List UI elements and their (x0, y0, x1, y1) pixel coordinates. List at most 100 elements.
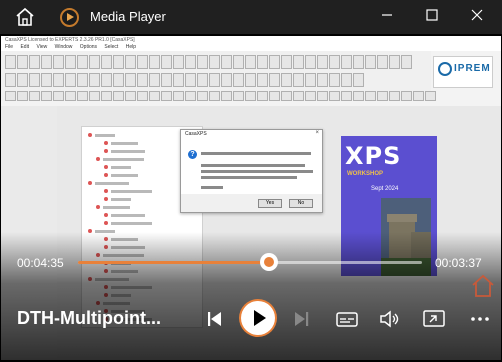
toolbar-tool-button (101, 55, 112, 69)
toolbar-tool-button (41, 73, 52, 87)
close-button[interactable] (465, 6, 489, 28)
iprem-logo: IPREM (433, 56, 493, 88)
toolbar-tool-button (209, 73, 220, 87)
tree-node-icon (96, 205, 100, 209)
menu-select: Select (104, 44, 119, 50)
toolbar-tool-button (197, 55, 208, 69)
toolbar-tool-button (125, 91, 136, 101)
toolbar-tool-button (149, 73, 160, 87)
menu-view: View (36, 44, 48, 50)
poster-subtitle: WORKSHOP (347, 171, 383, 177)
toolbar-tool-button (65, 91, 76, 101)
tree-node-label (103, 206, 130, 209)
dialog-no-button: No (289, 199, 313, 208)
toolbar-tool-button (365, 55, 376, 69)
toolbar-tool-button (5, 73, 16, 87)
tree-node-icon (96, 157, 100, 161)
minimize-icon (382, 14, 392, 16)
toolbar-tool-button (65, 73, 76, 87)
tree-node-icon (104, 221, 108, 225)
media-player-logo-icon (60, 8, 79, 27)
tree-node-icon (104, 141, 108, 145)
current-time: 00:04:35 (17, 256, 64, 270)
volume-icon (380, 310, 399, 328)
app-menu-bar: File Edit View Window Options Select Hel… (1, 44, 501, 51)
maximize-button[interactable] (420, 6, 444, 28)
tree-node-label (111, 222, 152, 225)
toolbar-tool-button (137, 91, 148, 101)
toolbar-tool-button (389, 91, 400, 101)
toolbar-tool-button (269, 55, 280, 69)
toolbar-tool-button (173, 91, 184, 101)
dialog-message-heading (201, 152, 311, 155)
menu-options: Options (79, 44, 98, 50)
next-button[interactable] (289, 306, 315, 332)
minimize-button[interactable] (375, 6, 399, 28)
miniplayer-button[interactable] (421, 306, 447, 332)
volume-button[interactable] (377, 306, 403, 332)
toolbar-tool-button (401, 55, 412, 69)
toolbar-tool-button (293, 55, 304, 69)
confirm-dialog: CasaXPS × ? Yes No (180, 129, 323, 213)
seek-thumb[interactable] (259, 253, 278, 271)
toolbar-tool-button (53, 91, 64, 101)
toolbar-tool-button (161, 55, 172, 69)
toolbar-tool-button (101, 91, 112, 101)
toolbar-tool-button (305, 55, 316, 69)
app-title-bar: CasaXPS Licensed to EXPERTS 2.3.26 PR1.0… (1, 36, 501, 44)
close-icon (471, 9, 483, 21)
toolbar-tool-button (41, 91, 52, 101)
tree-node-label (103, 158, 144, 161)
toolbar-tool-button (77, 91, 88, 101)
controls-scrim (1, 232, 501, 360)
tree-node-label (111, 142, 138, 145)
tree-node-icon (104, 149, 108, 153)
tree-node-label (111, 174, 138, 177)
seek-progress (78, 261, 269, 264)
media-title: DTH-Multipoint... (17, 308, 161, 328)
dialog-footer: Yes No (181, 194, 322, 212)
tree-node-icon (104, 213, 108, 217)
previous-button[interactable] (201, 306, 227, 332)
tree-node-icon (88, 133, 92, 137)
play-button[interactable] (241, 301, 275, 335)
toolbar-tool-button (257, 55, 268, 69)
toolbar-tool-button (329, 91, 340, 101)
toolbar-tool-button (89, 55, 100, 69)
toolbar-tool-button (413, 91, 424, 101)
toolbar-tool-button (17, 55, 28, 69)
toolbar-tool-button (53, 55, 64, 69)
toolbar-tool-button (53, 73, 64, 87)
dialog-confirm-label (201, 186, 223, 189)
seek-bar[interactable] (78, 261, 422, 264)
toolbar-tool-button (293, 91, 304, 101)
tree-node-icon (104, 197, 108, 201)
toolbar-tool-button (137, 73, 148, 87)
toolbar-tool-button (425, 91, 436, 101)
tree-node-label (111, 214, 145, 217)
home-icon[interactable] (14, 7, 36, 27)
toolbar-tool-button (233, 55, 244, 69)
remaining-time: 00:03:37 (435, 256, 482, 270)
tree-node-label (111, 150, 145, 153)
toolbar-tool-button (365, 91, 376, 101)
poster-title: XPS (345, 142, 402, 170)
toolbar-tool-button (89, 73, 100, 87)
toolbar-tool-button (29, 91, 40, 101)
toolbar-tool-button (125, 73, 136, 87)
toolbar-tool-button (269, 91, 280, 101)
toolbar-tool-button (401, 91, 412, 101)
toolbar-tool-button (185, 73, 196, 87)
tree-node-label (95, 134, 115, 137)
more-options-button[interactable] (467, 306, 493, 332)
toolbar-tool-button (245, 55, 256, 69)
toolbar-tool-button (353, 55, 364, 69)
toolbar-tool-button (221, 55, 232, 69)
toolbar-tool-button (377, 91, 388, 101)
tree-node-label (111, 166, 131, 169)
captions-button[interactable] (334, 306, 360, 332)
toolbar-tool-button (257, 73, 268, 87)
menu-window: Window (54, 44, 73, 50)
tree-node-label (95, 182, 129, 185)
dialog-message-line (201, 176, 297, 179)
